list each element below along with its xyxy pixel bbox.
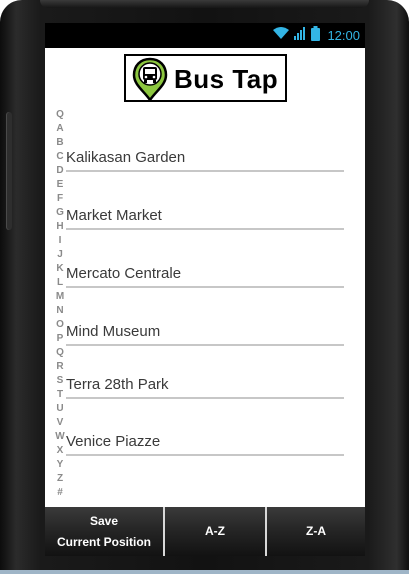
alphabet-index[interactable]: Q A B C D E F G H I J K L M N O P Q R S … — [54, 108, 66, 500]
list-item-place[interactable]: Kalikasan Garden — [66, 148, 344, 172]
place-label: Mind Museum — [66, 323, 161, 340]
status-bar: 12:00 — [45, 23, 365, 48]
list-item-place[interactable]: Terra 28th Park — [66, 375, 344, 399]
index-letter[interactable]: # — [54, 486, 66, 500]
index-letter[interactable]: Q — [54, 108, 66, 122]
phone-frame: 12:00 Bus Tap Q A B C D E F G H I J K L … — [0, 0, 409, 574]
index-letter[interactable]: U — [54, 402, 66, 416]
sort-za-label: Z-A — [306, 524, 326, 538]
index-letter[interactable]: J — [54, 248, 66, 262]
phone-top-bezel — [40, 0, 369, 8]
index-letter[interactable]: E — [54, 178, 66, 192]
index-letter[interactable]: F — [54, 192, 66, 206]
index-letter[interactable]: V — [54, 416, 66, 430]
list-item-place[interactable]: Market Market — [66, 206, 344, 230]
bottom-action-bar: Save Current Position A-Z Z-A — [45, 507, 365, 556]
index-letter[interactable]: B — [54, 136, 66, 150]
index-letter[interactable]: O — [54, 318, 66, 332]
index-letter[interactable]: G — [54, 206, 66, 220]
place-label: Mercato Centrale — [66, 265, 182, 282]
sort-az-label: A-Z — [205, 524, 225, 538]
index-letter[interactable]: K — [54, 262, 66, 276]
save-button-line2: Current Position — [56, 534, 151, 549]
list-item-place[interactable]: Mercato Centrale — [66, 264, 344, 288]
index-letter[interactable]: Y — [54, 458, 66, 472]
list-item-place[interactable]: Venice Piazze — [66, 432, 344, 456]
index-letter[interactable]: X — [54, 444, 66, 458]
wifi-icon — [272, 26, 290, 45]
index-letter[interactable]: S — [54, 374, 66, 388]
list-item-place[interactable]: Mind Museum — [66, 322, 344, 346]
app-title: Bus Tap — [174, 64, 279, 94]
index-letter[interactable]: T — [54, 388, 66, 402]
place-label: Venice Piazze — [66, 433, 161, 450]
index-letter[interactable]: C — [54, 150, 66, 164]
signal-icon — [294, 26, 307, 45]
index-letter[interactable]: Z — [54, 472, 66, 486]
status-icons: 12:00 — [272, 25, 360, 46]
index-letter[interactable]: L — [54, 276, 66, 290]
index-letter[interactable]: A — [54, 122, 66, 136]
index-letter[interactable]: I — [54, 234, 66, 248]
app-logo: Bus Tap — [124, 54, 287, 103]
index-letter[interactable]: N — [54, 304, 66, 318]
index-letter[interactable]: D — [54, 164, 66, 178]
place-label: Kalikasan Garden — [66, 149, 186, 166]
index-letter[interactable]: M — [54, 290, 66, 304]
index-letter[interactable]: W — [54, 430, 66, 444]
screen: 12:00 Bus Tap Q A B C D E F G H I J K L … — [45, 23, 365, 556]
place-label: Market Market — [66, 207, 162, 224]
phone-bottom-edge — [0, 570, 409, 574]
index-letter[interactable]: R — [54, 360, 66, 374]
index-letter[interactable]: Q — [54, 346, 66, 360]
index-letter[interactable]: H — [54, 220, 66, 234]
status-time: 12:00 — [327, 28, 360, 43]
save-current-position-button[interactable]: Save Current Position — [45, 507, 163, 556]
battery-icon — [311, 25, 321, 46]
index-letter[interactable]: P — [54, 332, 66, 346]
sort-az-button[interactable]: A-Z — [163, 507, 265, 556]
place-label: Terra 28th Park — [66, 376, 169, 393]
sort-za-button[interactable]: Z-A — [265, 507, 365, 556]
side-volume-key — [6, 112, 12, 230]
bus-location-pin-icon — [132, 57, 168, 106]
save-button-line1: Save — [89, 513, 119, 528]
